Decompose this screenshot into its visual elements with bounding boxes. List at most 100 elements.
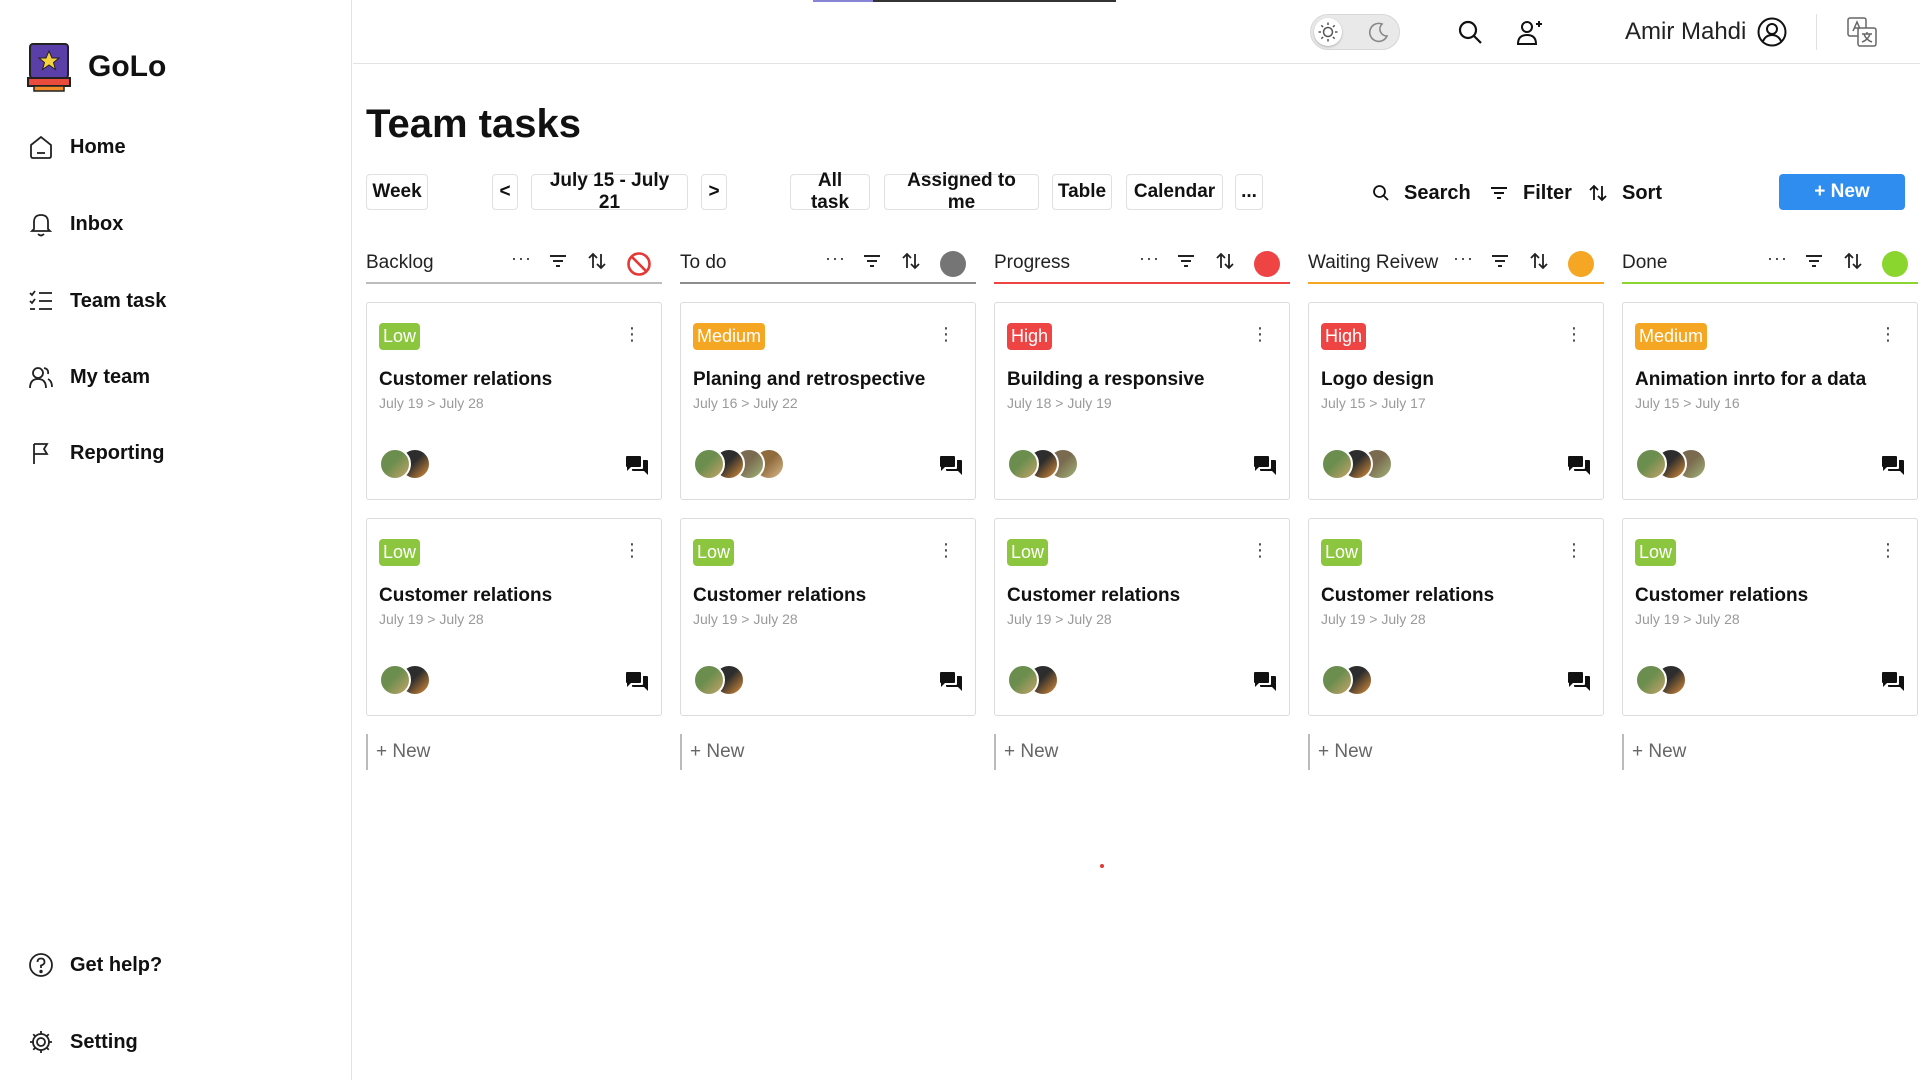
task-dates: July 19 > July 28 (693, 611, 798, 627)
comments-icon[interactable] (1881, 455, 1905, 482)
card-menu-icon[interactable]: ⋮ (937, 541, 955, 559)
task-card[interactable]: Medium ⋮ Planing and retrospective July … (680, 302, 976, 500)
app-logo[interactable]: GoLo (26, 42, 166, 92)
avatar (1007, 448, 1039, 480)
sidebar-item-setting[interactable]: Setting (26, 1025, 138, 1059)
column-to-do: To do ··· Medium ⋮ Planing and retrospec… (680, 246, 976, 770)
sort-icon[interactable] (1215, 251, 1235, 276)
column-new-button[interactable]: + New (994, 734, 1094, 770)
task-dates: July 19 > July 28 (1635, 611, 1740, 627)
task-card[interactable]: Medium ⋮ Animation inrto for a data July… (1622, 302, 1918, 500)
sort-button[interactable]: Sort (1588, 180, 1662, 206)
comments-icon[interactable] (939, 671, 963, 698)
task-title: Customer relations (1635, 585, 1809, 606)
comments-icon[interactable] (625, 671, 649, 698)
more-views-button[interactable]: ... (1235, 174, 1263, 210)
comments-icon[interactable] (1567, 671, 1591, 698)
logo-icon (26, 42, 72, 92)
task-card[interactable]: High ⋮ Logo design July 15 > July 17 (1308, 302, 1604, 500)
user-name[interactable]: Amir Mahdi (1625, 18, 1746, 46)
assignee-avatars (693, 664, 745, 696)
date-range-button[interactable]: July 15 - July 21 (531, 170, 688, 213)
theme-toggle[interactable] (1310, 14, 1400, 50)
filter-icon[interactable] (1804, 252, 1824, 275)
priority-badge: Low (379, 323, 421, 350)
task-card[interactable]: Low ⋮ Customer relations July 19 > July … (1308, 518, 1604, 716)
comments-icon[interactable] (1881, 671, 1905, 698)
user-circle-icon[interactable] (1756, 16, 1788, 48)
sort-icon[interactable] (587, 251, 607, 276)
card-menu-icon[interactable]: ⋮ (1879, 541, 1897, 559)
column-more-icon[interactable]: ··· (511, 248, 532, 269)
priority-badge: High (1007, 323, 1053, 350)
translate-icon[interactable] (1846, 16, 1878, 48)
task-title: Customer relations (1007, 585, 1181, 606)
next-week-button[interactable]: > (701, 174, 727, 210)
card-menu-icon[interactable]: ⋮ (1251, 325, 1269, 343)
sidebar: GoLo Home Inbox Team task My team Report… (0, 0, 352, 1080)
sidebar-item-help[interactable]: Get help? (26, 948, 162, 982)
sidebar-item-label: Reporting (70, 441, 165, 464)
tab-assigned-to-me[interactable]: Assigned to me (884, 170, 1039, 213)
sort-icon[interactable] (1843, 251, 1863, 276)
filter-icon[interactable] (548, 252, 568, 275)
column-new-button[interactable]: + New (1308, 734, 1408, 770)
comments-icon[interactable] (1253, 455, 1277, 482)
column-more-icon[interactable]: ··· (825, 248, 846, 269)
help-icon (26, 950, 56, 980)
column-new-button[interactable]: + New (680, 734, 780, 770)
sidebar-item-my-team[interactable]: My team (26, 360, 150, 394)
tab-calendar[interactable]: Calendar (1126, 174, 1223, 210)
column-more-icon[interactable]: ··· (1139, 248, 1160, 269)
tab-all-task[interactable]: All task (790, 170, 870, 213)
column-more-icon[interactable]: ··· (1453, 248, 1474, 269)
task-card[interactable]: Low ⋮ Customer relations July 19 > July … (994, 518, 1290, 716)
card-menu-icon[interactable]: ⋮ (1251, 541, 1269, 559)
task-card[interactable]: Low ⋮ Customer relations July 19 > July … (1622, 518, 1918, 716)
sidebar-item-inbox[interactable]: Inbox (26, 207, 123, 241)
priority-badge: Medium (1635, 323, 1708, 350)
filter-icon[interactable] (862, 252, 882, 275)
task-card[interactable]: Low ⋮ Customer relations July 19 > July … (366, 302, 662, 500)
comments-icon[interactable] (625, 455, 649, 482)
card-menu-icon[interactable]: ⋮ (1565, 541, 1583, 559)
task-card[interactable]: Low ⋮ Customer relations July 19 > July … (680, 518, 976, 716)
card-menu-icon[interactable]: ⋮ (623, 325, 641, 343)
new-task-button[interactable]: + New (1779, 174, 1905, 210)
comments-icon[interactable] (1567, 455, 1591, 482)
comments-icon[interactable] (1253, 671, 1277, 698)
search-button[interactable]: Search (1372, 180, 1471, 206)
avatar (379, 448, 411, 480)
avatar (693, 448, 725, 480)
comments-icon[interactable] (939, 455, 963, 482)
task-card[interactable]: High ⋮ Building a responsive July 18 > J… (994, 302, 1290, 500)
column-new-button[interactable]: + New (366, 734, 466, 770)
add-user-icon[interactable] (1514, 16, 1546, 48)
search-icon[interactable] (1454, 16, 1486, 48)
tab-table[interactable]: Table (1052, 174, 1112, 210)
sort-icon[interactable] (1529, 251, 1549, 276)
prev-week-button[interactable]: < (492, 174, 518, 210)
assignee-avatars (1321, 448, 1393, 480)
sidebar-item-home[interactable]: Home (26, 130, 126, 164)
avatar (693, 664, 725, 696)
sort-icon[interactable] (901, 251, 921, 276)
card-menu-icon[interactable]: ⋮ (1565, 325, 1583, 343)
task-card[interactable]: Low ⋮ Customer relations July 19 > July … (366, 518, 662, 716)
task-title: Customer relations (379, 585, 553, 606)
card-menu-icon[interactable]: ⋮ (1879, 325, 1897, 343)
week-button[interactable]: Week (366, 174, 428, 210)
task-title: Customer relations (379, 369, 553, 390)
sidebar-item-team-task[interactable]: Team task (26, 284, 166, 318)
filter-icon[interactable] (1176, 252, 1196, 275)
card-menu-icon[interactable]: ⋮ (623, 541, 641, 559)
column-more-icon[interactable]: ··· (1767, 248, 1788, 269)
sidebar-item-reporting[interactable]: Reporting (26, 436, 164, 470)
column-backlog: Backlog ··· Low ⋮ Customer relations Jul… (366, 246, 662, 770)
filter-icon[interactable] (1490, 252, 1510, 275)
sidebar-item-label: Inbox (70, 212, 124, 235)
filter-button[interactable]: Filter (1489, 180, 1572, 206)
card-menu-icon[interactable]: ⋮ (937, 325, 955, 343)
status-dot (1568, 251, 1594, 277)
column-new-button[interactable]: + New (1622, 734, 1722, 770)
